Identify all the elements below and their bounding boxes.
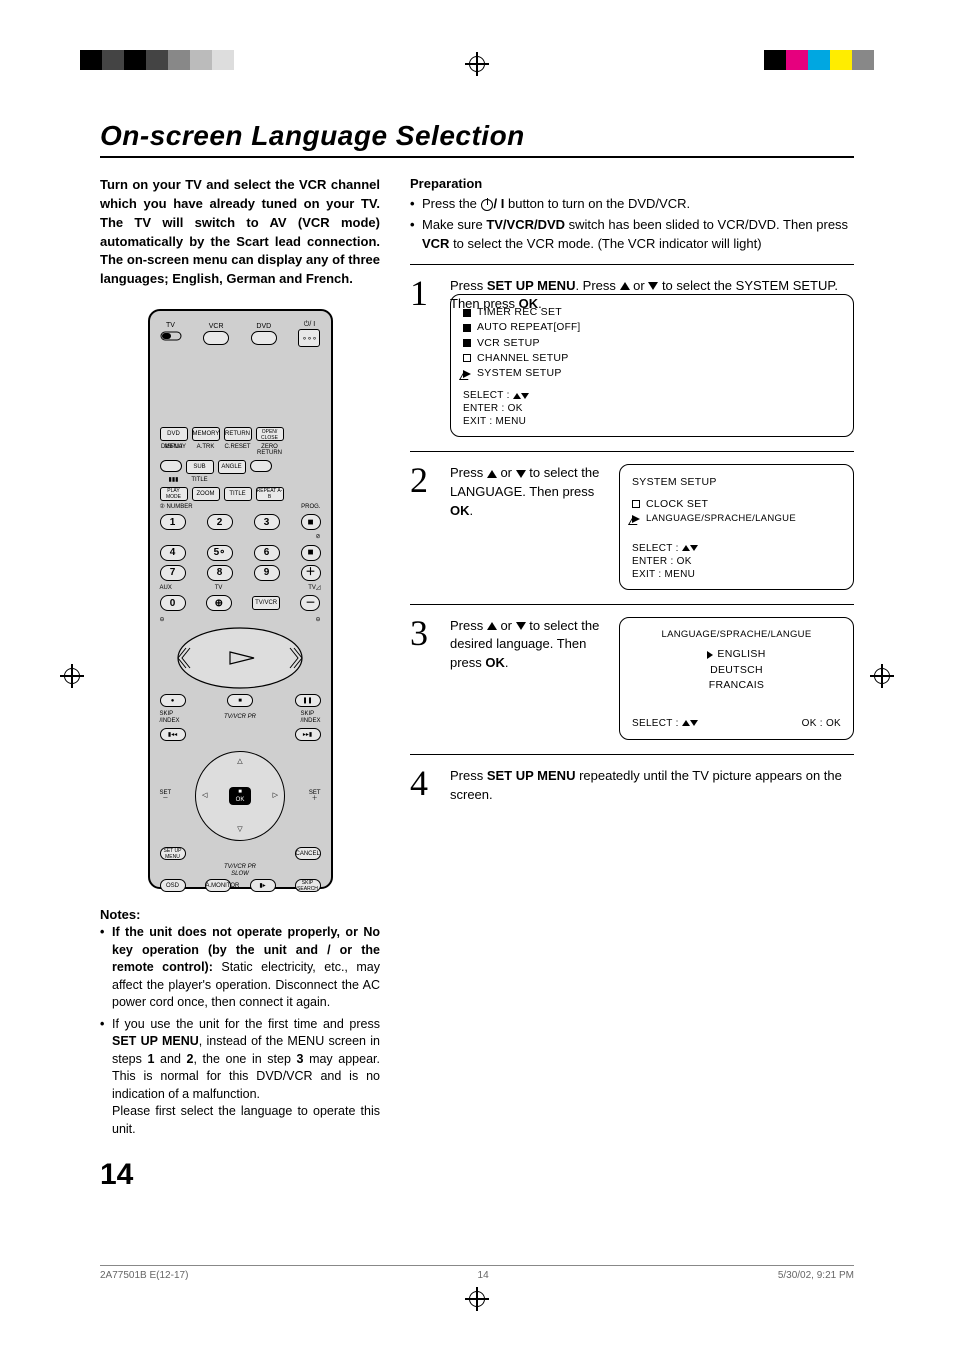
remote-dvd-button — [251, 331, 277, 345]
step-number-1: 1 — [410, 277, 436, 438]
footer-timestamp: 5/30/02, 9:21 PM — [778, 1270, 854, 1281]
notes-heading: Notes: — [100, 907, 380, 922]
step-2: 2 Press or to select the LANGUAGE. Then … — [410, 452, 854, 604]
remote-illustration: TV VCR DVD — [148, 309, 333, 889]
step-number-3: 3 — [410, 617, 436, 741]
remote-label-tv: TV — [160, 322, 182, 330]
page-footer: 2A77501B E(12-17) 14 5/30/02, 9:21 PM — [100, 1265, 854, 1281]
remote-num-0: 0 — [160, 595, 186, 611]
down-arrow-icon — [648, 282, 658, 290]
remote-nav-pad: △ ◁ ▷ ▽ ■OK — [195, 751, 285, 841]
preparation-heading: Preparation — [410, 176, 854, 191]
step-2-text: Press or to select the LANGUAGE. Then pr… — [450, 464, 605, 589]
footer-page: 14 — [478, 1270, 489, 1281]
note-item-1: If the unit does not operate properly, o… — [100, 924, 380, 1012]
remote-cancel-button: CANCEL — [295, 847, 321, 860]
step-number-4: 4 — [410, 767, 436, 805]
footer-doc-id: 2A77501B E(12-17) — [100, 1270, 188, 1281]
step-4: 4 Press SET UP MENU repeatedly until the… — [410, 755, 854, 819]
intro-paragraph: Turn on your TV and select the VCR chann… — [100, 176, 380, 289]
remote-tvvcr-button: TV/VCR — [252, 596, 280, 610]
osd-screen-2: SYSTEM SETUP CLOCK SET LANGUAGE/SPRACHE/… — [619, 464, 854, 589]
selection-pointer-icon — [707, 651, 713, 659]
osd-screen-1: TIMER REC SET AUTO REPEAT[OFF] VCR SETUP… — [450, 294, 854, 437]
remote-setup-menu-button: SET UP MENU — [160, 847, 186, 860]
registration-mark-left — [60, 664, 84, 688]
up-arrow-icon — [487, 470, 497, 478]
step-3: 3 Press or to select the desired languag… — [410, 605, 854, 756]
remote-memory-button: MEMORY — [192, 427, 220, 441]
remote-label-vcr: VCR — [203, 323, 229, 331]
down-arrow-icon — [516, 622, 526, 630]
page-title: On-screen Language Selection — [100, 120, 854, 152]
remote-num-5: 5∘ — [207, 545, 233, 561]
remote-num-9: 9 — [254, 565, 280, 581]
step-1: 1 Press SET UP MENU. Press or to select … — [410, 265, 854, 453]
remote-transport-pad — [160, 624, 320, 694]
prep-item-2: Make sure TV/VCR/DVD switch has been sli… — [410, 216, 854, 254]
remote-return-button: RETURN — [224, 427, 252, 441]
remote-skipsearch-button: SKIP SEARCH — [295, 879, 321, 892]
remote-dvdmenu-button: DVD MENU — [160, 427, 188, 441]
remote-label-dvd: DVD — [251, 323, 277, 331]
step-4-text: Press SET UP MENU repeatedly until the T… — [450, 767, 854, 805]
remote-osd-button: OSD — [160, 879, 186, 892]
printer-registration-marks — [0, 50, 954, 80]
osd-screen-3: LANGUAGE/SPRACHE/LANGUE ENGLISH DEUTSCH … — [619, 617, 854, 741]
notes-list: If the unit does not operate properly, o… — [100, 924, 380, 1138]
remote-num-4: 4 — [160, 545, 186, 561]
cursor-arrow-icon — [463, 368, 477, 380]
step-number-2: 2 — [410, 464, 436, 589]
up-arrow-icon — [487, 622, 497, 630]
preparation-list: Press the / I button to turn on the DVD/… — [410, 195, 854, 254]
down-arrow-icon — [516, 470, 526, 478]
power-icon — [481, 199, 493, 211]
remote-num-3: 3 — [254, 514, 280, 530]
switch-icon — [160, 329, 182, 343]
remote-amonitor-button: A.MONITOR — [205, 879, 231, 892]
remote-num-1: 1 — [160, 514, 186, 530]
registration-mark-bottom — [465, 1287, 489, 1311]
remote-num-2: 2 — [207, 514, 233, 530]
note-item-2: If you use the unit for the first time a… — [100, 1016, 380, 1139]
step-3-text: Press or to select the desired language.… — [450, 617, 605, 741]
remote-vcr-button — [203, 331, 229, 345]
remote-num-6: 6 — [254, 545, 280, 561]
prep-item-1: Press the / I button to turn on the DVD/… — [410, 195, 854, 214]
remote-num-8: 8 — [207, 565, 233, 581]
title-rule — [100, 156, 854, 158]
page-number: 14 — [100, 1158, 380, 1192]
up-arrow-icon — [620, 282, 630, 290]
remote-power-button: ∘∘∘ — [298, 329, 320, 347]
remote-openclose-button: OPEN/ CLOSE — [256, 427, 284, 441]
cursor-arrow-icon — [632, 513, 646, 525]
registration-mark-right — [870, 664, 894, 688]
remote-num-7: 7 — [160, 565, 186, 581]
